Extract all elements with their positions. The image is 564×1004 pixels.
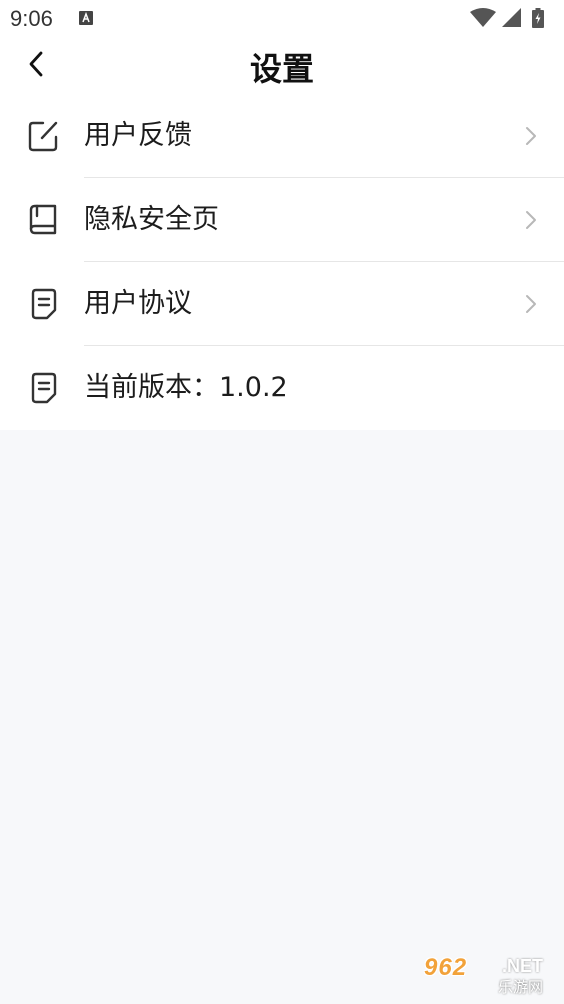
menu-item-label: 用户协议 bbox=[84, 288, 192, 319]
menu-item-privacy[interactable]: 隐私安全页 bbox=[0, 178, 564, 262]
watermark-net: .NET bbox=[502, 956, 544, 976]
status-time: 9:06 bbox=[10, 6, 53, 31]
menu-item-label: 用户反馈 bbox=[84, 120, 192, 151]
watermark-main: 962 bbox=[424, 954, 468, 981]
a-notification-icon bbox=[79, 11, 93, 25]
header: 设置 bbox=[0, 36, 564, 94]
menu-item-version: 当前版本：1.0.2 bbox=[0, 346, 564, 430]
document-icon bbox=[31, 288, 57, 320]
menu-item-label: 隐私安全页 bbox=[84, 204, 219, 235]
book-icon bbox=[29, 204, 57, 235]
status-bar: 9:06 bbox=[0, 0, 564, 36]
menu-item-feedback[interactable]: 用户反馈 bbox=[0, 94, 564, 178]
watermark-logo: 962 .NET 乐游网 bbox=[424, 954, 556, 998]
page-title: 设置 bbox=[249, 50, 314, 88]
edit-note-icon bbox=[28, 121, 58, 152]
settings-menu: 用户反馈 隐私安全页 用户协议 当前版本：1.0.2 bbox=[0, 94, 564, 430]
chevron-right-icon bbox=[526, 211, 536, 229]
watermark-sub: 乐游网 bbox=[498, 978, 544, 996]
signal-icon bbox=[502, 8, 521, 27]
battery-icon bbox=[532, 8, 544, 28]
chevron-right-icon bbox=[526, 295, 536, 313]
chevron-right-icon bbox=[526, 127, 536, 145]
menu-item-agreement[interactable]: 用户协议 bbox=[0, 262, 564, 346]
menu-item-label: 当前版本：1.0.2 bbox=[84, 372, 288, 403]
document-icon bbox=[31, 372, 57, 404]
wifi-icon bbox=[470, 8, 496, 27]
